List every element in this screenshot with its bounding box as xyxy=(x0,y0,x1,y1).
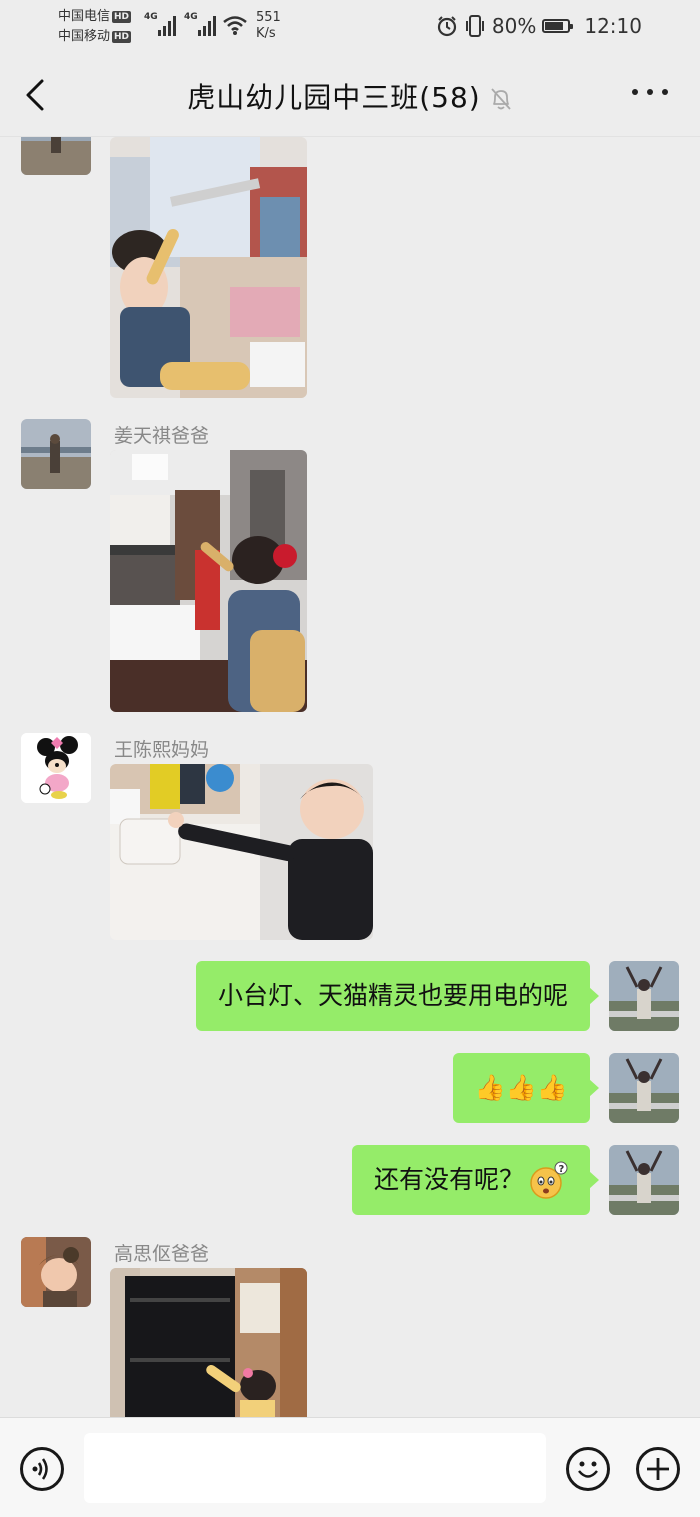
speed-value: 551 xyxy=(256,10,281,25)
hd-badge: HD xyxy=(112,11,132,23)
avatar[interactable] xyxy=(21,733,91,803)
carrier-1-label: 中国电信 xyxy=(58,9,111,24)
face-with-question-icon: ? xyxy=(530,1161,568,1199)
network-speed: 551 K/s xyxy=(256,10,281,42)
message-text: 还有没有呢？ xyxy=(373,1165,524,1194)
plus-icon[interactable] xyxy=(636,1447,680,1491)
message-text: 小台灯、天猫精灵也要用电的呢 xyxy=(217,981,568,1010)
network-2-label: 4G xyxy=(184,12,198,22)
battery-percent: 80% xyxy=(491,14,537,38)
message-bubble[interactable]: 👍👍👍 xyxy=(452,1053,600,1123)
battery-icon xyxy=(542,19,574,33)
message-image[interactable] xyxy=(110,450,307,712)
message-image[interactable] xyxy=(110,764,373,940)
vibrate-icon xyxy=(465,15,484,37)
message-image[interactable] xyxy=(110,137,307,398)
network-1-label: 4G xyxy=(144,12,158,22)
carrier-2-label: 中国移动 xyxy=(58,29,111,44)
wifi-icon xyxy=(223,16,247,35)
signal-2-icon: 4G xyxy=(184,12,218,36)
carrier-2: 中国移动 HD xyxy=(58,29,132,44)
carrier-1: 中国电信 HD xyxy=(58,9,132,24)
message-list[interactable]: 姜天祺爸爸 王陈熙妈妈 小台灯、天猫精灵也要用电的呢 👍👍👍 还有没有呢？ ? … xyxy=(0,137,700,1417)
thumbs-up-icon: 👍👍👍 xyxy=(474,1073,568,1102)
avatar[interactable] xyxy=(21,419,91,489)
sender-name: 高思伛爸爸 xyxy=(114,1243,210,1265)
status-bar: 中国电信 HD 中国移动 HD 4G 4G 551 K/s 80% 12:10 xyxy=(0,0,700,54)
smiley-icon[interactable] xyxy=(566,1447,610,1491)
sender-name: 姜天祺爸爸 xyxy=(114,425,210,447)
message-bubble[interactable]: 还有没有呢？ ? xyxy=(351,1145,600,1215)
avatar[interactable] xyxy=(21,1237,91,1307)
message-bubble[interactable]: 小台灯、天猫精灵也要用电的呢 xyxy=(195,961,600,1031)
status-right: 80% 12:10 xyxy=(436,13,642,39)
clock: 12:10 xyxy=(584,14,642,38)
chat-title: 虎山幼儿园中三班(58) xyxy=(187,81,481,114)
avatar[interactable] xyxy=(21,137,91,175)
bell-off-icon xyxy=(491,88,511,110)
my-avatar[interactable] xyxy=(609,1053,679,1123)
my-avatar[interactable] xyxy=(609,961,679,1031)
svg-text:?: ? xyxy=(559,1164,565,1175)
alarm-icon xyxy=(437,16,457,37)
my-avatar[interactable] xyxy=(609,1145,679,1215)
message-input[interactable] xyxy=(84,1433,546,1503)
signal-1-icon: 4G xyxy=(144,12,178,36)
sender-name: 王陈熙妈妈 xyxy=(114,739,210,761)
chat-title-wrap: 虎山幼儿园中三班(58) xyxy=(0,76,700,116)
input-bar xyxy=(0,1417,700,1517)
battery-fill xyxy=(545,22,563,30)
voice-icon[interactable] xyxy=(20,1447,64,1491)
hd-badge: HD xyxy=(112,31,132,43)
chat-header: 虎山幼儿园中三班(58) xyxy=(0,54,700,137)
message-image[interactable] xyxy=(110,1268,307,1417)
speed-unit: K/s xyxy=(256,26,276,41)
more-horizontal-icon[interactable] xyxy=(632,84,668,100)
